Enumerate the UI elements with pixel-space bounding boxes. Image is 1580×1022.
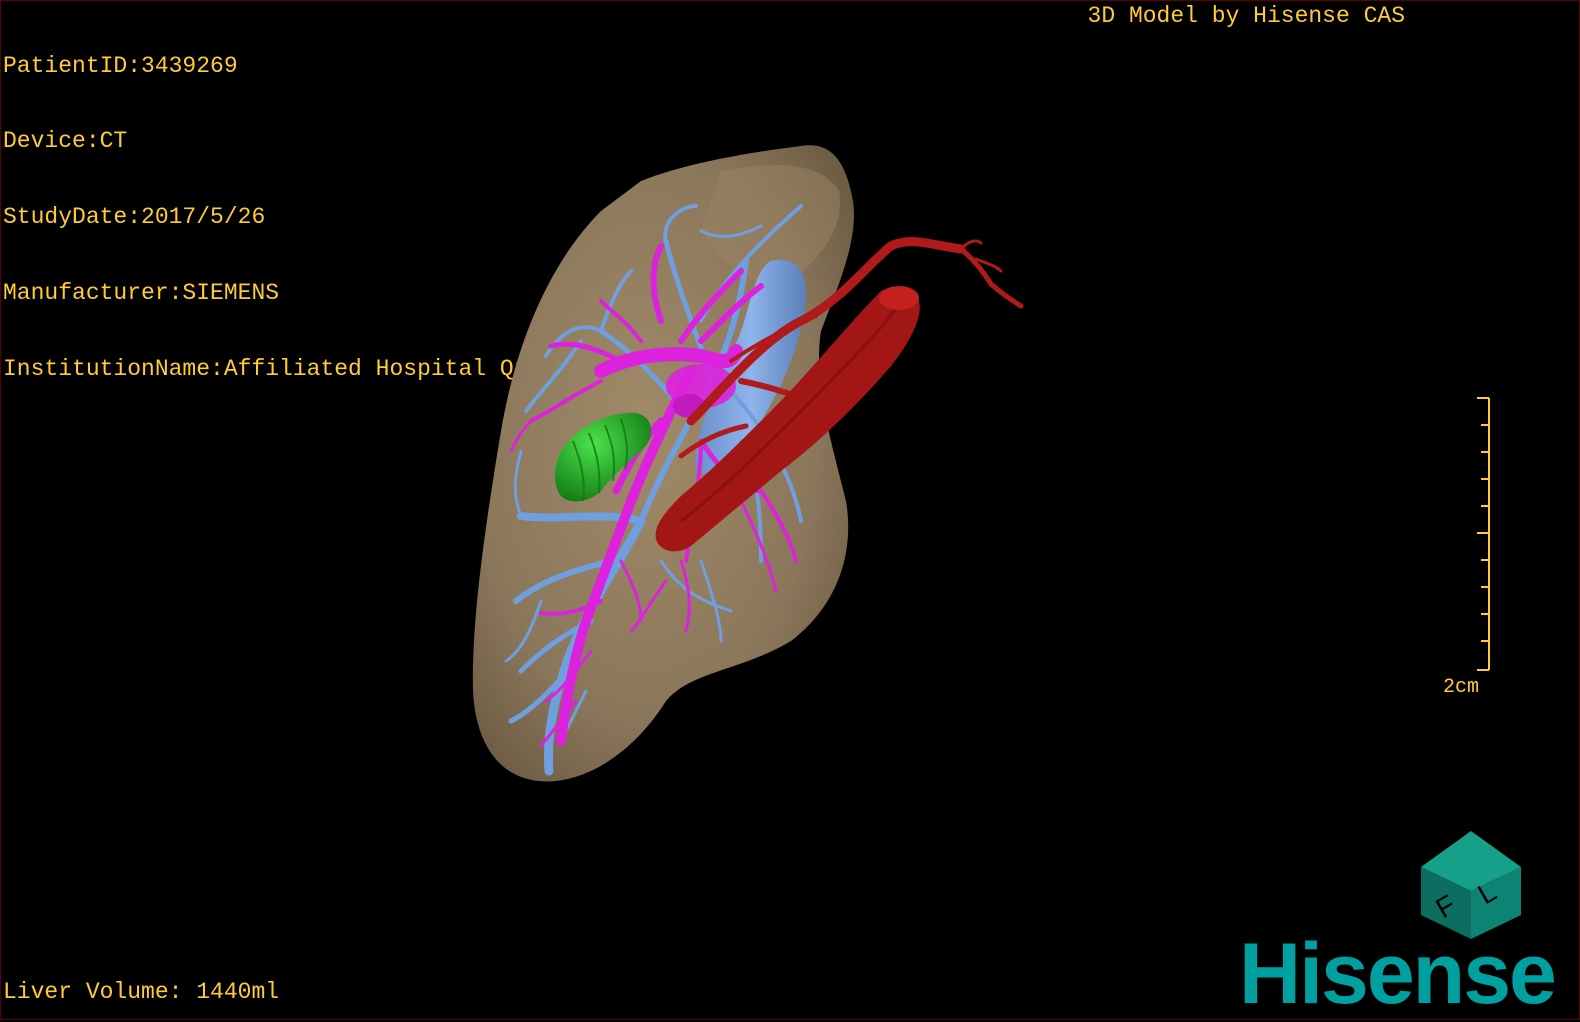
liver-3d-model[interactable] [1,1,1579,1019]
aorta-end-cap [879,286,919,310]
scale-bar [1477,397,1490,671]
render-viewport[interactable]: PatientID:3439269 Device:CT StudyDate:20… [0,0,1580,1020]
liver-volume-text: Liver Volume: 1440ml [3,979,280,1005]
scale-bar-label: 2cm [1443,676,1480,699]
hisense-logo: Hisense [1239,926,1557,1022]
